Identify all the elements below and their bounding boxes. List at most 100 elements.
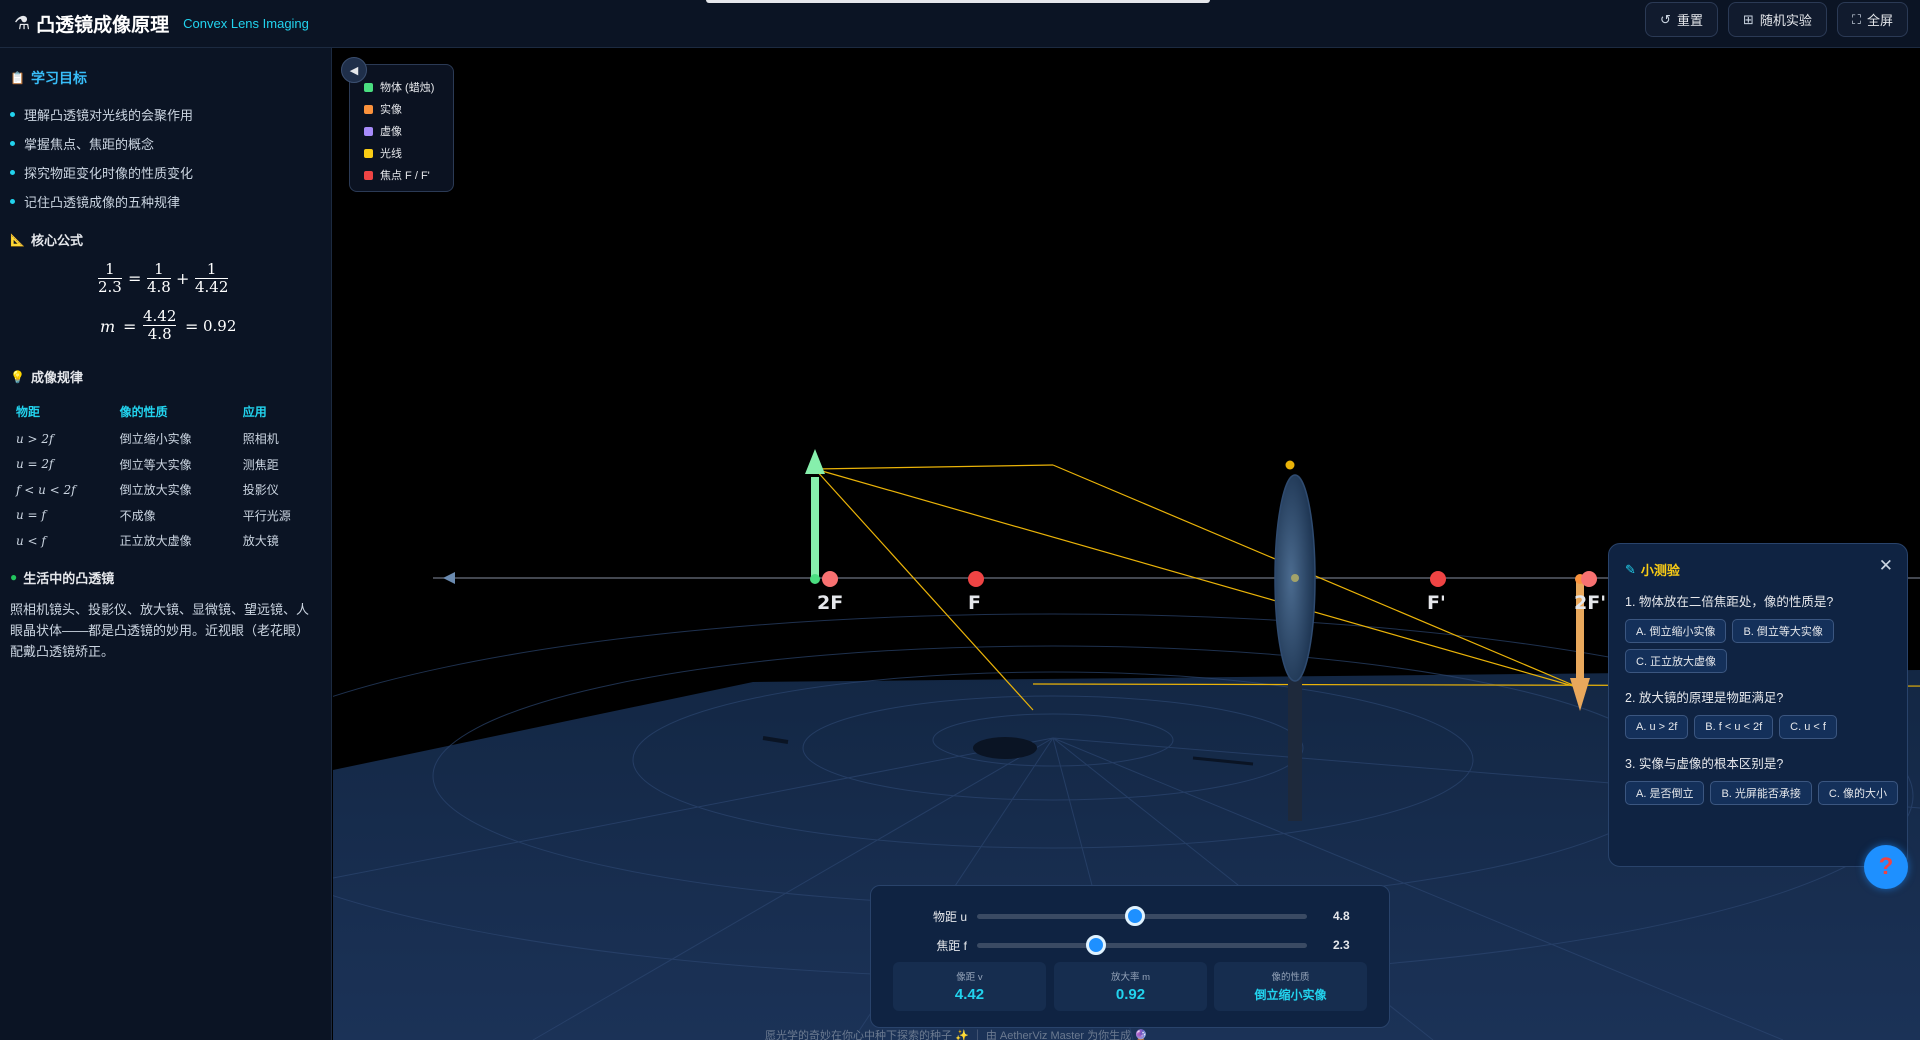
legend-item: 虚像 [364, 120, 453, 142]
app-title: 凸透镜成像原理 [36, 15, 170, 36]
goals-heading: 📋 学习目标 [10, 68, 321, 88]
table-row: u = f 不成像 平行光源 [10, 503, 322, 529]
column-header: 应用 [242, 404, 267, 419]
column-header: 物距 [16, 404, 41, 419]
fraction-one-over-u: 1 4.8 [147, 261, 171, 296]
table-row: u < f 正立放大虚像 放大镜 [10, 528, 322, 554]
label-f: F [968, 592, 981, 614]
bullet-icon [10, 112, 15, 117]
object-arrow[interactable] [805, 449, 825, 584]
formula-title: 核心公式 [30, 233, 83, 248]
imaging-rules-table: 物距 像的性质 应用 u > 2f 倒立缩小实像 照相机 u = 2f 倒立等大实像 测… [10, 396, 322, 554]
legend-swatch [364, 104, 373, 114]
label-f-prime: F' [1427, 592, 1446, 614]
slider-thumb[interactable] [1085, 934, 1106, 955]
stat-label: 像距 v [956, 972, 983, 983]
equals-sign: = [123, 317, 137, 336]
quiz-option-button[interactable]: C. 正立放大虚像 [1625, 649, 1728, 673]
image-nature-card: 像的性质 倒立缩小实像 [1214, 962, 1367, 1011]
quiz-options: A. u > 2f B. f < u < 2f C. u < f [1625, 715, 1905, 739]
random-label: 随机实验 [1759, 13, 1812, 28]
ruler-icon: 📐 [10, 232, 25, 247]
fraction-v-over-u: 4.42 4.8 [143, 308, 177, 343]
quiz-option-button[interactable]: C. u < f [1779, 715, 1837, 739]
magnification-card: 放大率 m 0.92 [1054, 962, 1207, 1011]
quiz-option-button[interactable]: B. f < u < 2f [1694, 715, 1774, 739]
table-header-row: 物距 像的性质 应用 [10, 396, 322, 426]
denominator: 4.8 [147, 278, 171, 296]
quiz-option-button[interactable]: A. 倒立缩小实像 [1625, 619, 1727, 643]
numerator: 1 [154, 260, 164, 278]
top-strip [706, 0, 1210, 3]
numerator: 1 [105, 260, 115, 278]
rules-heading: 💡 成像规律 [10, 367, 321, 386]
focal-length-label: 焦距 f [936, 938, 967, 953]
focal-length-slider[interactable] [977, 934, 1307, 955]
object-distance-slider[interactable] [977, 905, 1307, 926]
legend-item: 光线 [364, 142, 453, 164]
image-distance-card: 像距 v 4.42 [893, 962, 1046, 1011]
triangle-left-icon: ◀ [349, 64, 359, 77]
legend-swatch [364, 170, 373, 180]
ray-marker [1285, 460, 1295, 470]
table-row: u = 2f 倒立等大实像 测焦距 [10, 452, 322, 478]
bullet-icon [10, 141, 15, 146]
focal-length-row: 焦距 f 2.3 [871, 934, 1391, 955]
column-header: 像的性质 [119, 404, 168, 419]
fullscreen-button[interactable]: ⛶ 全屏 [1836, 2, 1908, 37]
quiz-question: 3. 实像与虚像的根本区别是? [1625, 757, 1784, 771]
reset-button[interactable]: ↺ 重置 [1645, 2, 1718, 37]
table-cell: 倒立放大实像 [119, 483, 192, 498]
denominator: 4.8 [147, 325, 172, 343]
table-cell: 正立放大虚像 [119, 534, 192, 549]
footer-credit: 愿光学的奇妙在你心中种下探索的种子 ✨ ｜ 由 AetherViz Master… [765, 1030, 1148, 1040]
table-cell: 放大镜 [242, 534, 279, 549]
magnification-value: 0.92 [203, 317, 237, 335]
table-cell: u < f [16, 533, 46, 548]
grid-icon: ⊞ [1742, 11, 1754, 27]
goal-text: 记住凸透镜成像的五种规律 [24, 195, 181, 210]
legend-collapse-button[interactable]: ◀ [341, 57, 367, 83]
app-subtitle: Convex Lens Imaging [183, 16, 309, 31]
legend-label: 实像 [380, 104, 402, 116]
fullscreen-label: 全屏 [1866, 13, 1893, 28]
legend-label: 光线 [380, 148, 402, 160]
table-cell: 不成像 [119, 508, 156, 523]
object-distance-label: 物距 u [932, 909, 967, 924]
stat-label: 像的性质 [1271, 972, 1310, 983]
quiz-option-button[interactable]: B. 光屏能否承接 [1710, 781, 1812, 805]
quiz-option-button[interactable]: A. 是否倒立 [1625, 781, 1705, 805]
fraction-one-over-f: 1 2.3 [98, 261, 122, 296]
table-cell: 照相机 [242, 432, 279, 447]
object-distance-row: 物距 u 4.8 [871, 905, 1391, 926]
legend-item: 实像 [364, 98, 453, 120]
quiz-option-button[interactable]: C. 像的大小 [1817, 781, 1898, 805]
goal-text: 理解凸透镜对光线的会聚作用 [24, 108, 194, 123]
quiz-option-button[interactable]: B. 倒立等大实像 [1732, 619, 1834, 643]
legend-item: 物体 (蜡烛) [364, 76, 453, 98]
random-experiment-button[interactable]: ⊞ 随机实验 [1727, 2, 1827, 37]
object-distance-value: 4.8 [1333, 909, 1350, 923]
close-icon[interactable]: ✕ [1879, 556, 1893, 576]
table-cell: 测焦距 [242, 457, 279, 472]
table-cell: 倒立缩小实像 [119, 432, 192, 447]
legend-item: 焦点 F / F' [364, 164, 453, 186]
table-cell: 倒立等大实像 [119, 457, 192, 472]
legend-label: 虚像 [380, 126, 402, 138]
legend-panel: 物体 (蜡烛) 实像 虚像 光线 焦点 F / F' [349, 64, 454, 192]
help-button[interactable]: ? [1864, 845, 1908, 889]
equals-sign: = [128, 269, 142, 288]
legend-swatch [364, 126, 373, 136]
goals-title: 学习目标 [30, 70, 87, 86]
lightbulb-icon: 💡 [10, 369, 25, 384]
quiz-option-button[interactable]: A. u > 2f [1625, 715, 1689, 739]
question-mark-icon: ? [1878, 853, 1894, 880]
stat-label: 放大率 m [1110, 972, 1151, 983]
table-cell: u = f [16, 508, 46, 523]
bullet-icon [10, 199, 15, 204]
top-bar: ⚗ 凸透镜成像原理 Convex Lens Imaging ↺ 重置 ⊞ 随机实… [0, 0, 1920, 48]
slider-thumb[interactable] [1125, 905, 1146, 926]
numerator: 1 [206, 260, 217, 278]
focal-length-value: 2.3 [1333, 938, 1350, 952]
axis-arrow-icon [443, 572, 455, 584]
